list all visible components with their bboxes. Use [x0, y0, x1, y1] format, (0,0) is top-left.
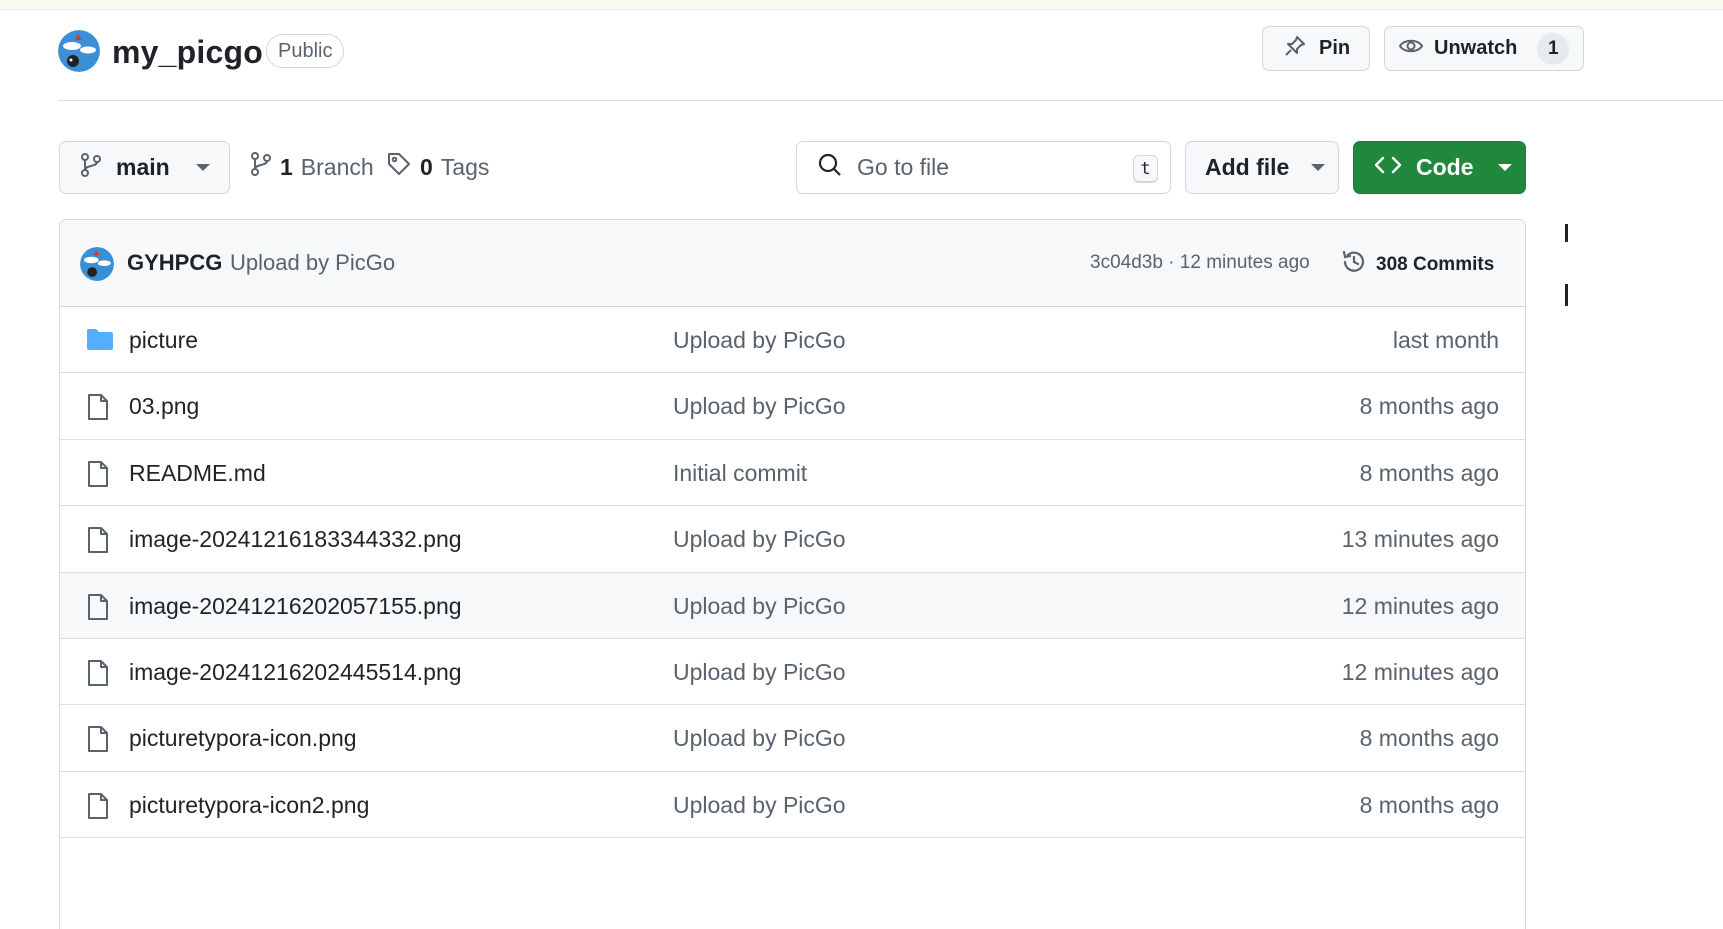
history-icon — [1340, 248, 1368, 282]
git-branch-icon — [80, 152, 102, 184]
tag-word: Tags — [440, 153, 490, 180]
commits-label: 308 Commits — [1376, 254, 1495, 275]
go-to-file-placeholder: Go to file — [857, 154, 950, 180]
unwatch-label: Unwatch — [1434, 37, 1518, 59]
file-commit-message[interactable]: Upload by PicGo — [673, 393, 846, 420]
file-row[interactable]: image-20241216183344332.png Upload by Pic… — [60, 506, 1525, 573]
commit-author[interactable]: GYHPCG — [127, 250, 222, 276]
edge-mark — [1565, 224, 1568, 242]
file-name[interactable]: README.md — [129, 460, 266, 487]
latest-commit-bar: GYHPCG Upload by PicGo 3c04d3b · 12 minu… — [60, 220, 1525, 307]
branch-word: Branch — [300, 153, 374, 180]
file-icon — [86, 526, 112, 554]
file-row[interactable]: picturetypora-icon.png Upload by PicGo 8 m… — [60, 705, 1525, 772]
visibility-badge: Public — [266, 34, 345, 68]
file-icon — [86, 460, 112, 487]
file-row[interactable]: picture Upload by PicGo last month — [60, 307, 1525, 374]
repo-header: my_picgo Public Pin Unwatch 1 — [0, 10, 1723, 102]
go-to-file-input[interactable]: Go to file t — [796, 141, 1171, 194]
pin-label: Pin — [1319, 37, 1351, 59]
commit-message[interactable]: Upload by PicGo — [230, 250, 395, 276]
file-row[interactable]: picturetypora-icon2.png Upload by PicGo 8 … — [60, 771, 1525, 839]
watch-count: 1 — [1537, 32, 1570, 65]
file-row[interactable]: 03.png Upload by PicGo 8 months ago — [60, 373, 1525, 440]
folder-icon — [86, 327, 113, 353]
file-row[interactable]: image-20241216202057155.png Upload by Pic… — [60, 572, 1525, 639]
add-file-button[interactable]: Add file — [1185, 141, 1339, 194]
add-file-label: Add file — [1205, 154, 1290, 180]
unwatch-button[interactable]: Unwatch 1 — [1384, 26, 1584, 71]
commits-history-link[interactable]: 308 Commits — [1340, 248, 1494, 282]
file-commit-age: 12 minutes ago — [1341, 658, 1499, 685]
file-commit-age: 8 months ago — [1359, 725, 1499, 752]
file-commit-age: 8 months ago — [1359, 459, 1499, 486]
eye-icon — [1398, 34, 1424, 64]
chevron-down-icon — [195, 164, 210, 171]
branches-link[interactable]: 1 Branch — [250, 151, 374, 183]
file-commit-message[interactable]: Upload by PicGo — [673, 792, 846, 819]
shortcut-key: t — [1133, 155, 1158, 183]
file-table: GYHPCG Upload by PicGo 3c04d3b · 12 minu… — [59, 219, 1526, 929]
file-icon — [86, 725, 112, 753]
file-icon — [86, 593, 112, 620]
commit-author-avatar[interactable] — [80, 247, 114, 281]
file-name[interactable]: image-20241216202057155.png — [129, 593, 462, 620]
file-name[interactable]: picturetypora-icon.png — [129, 725, 357, 752]
pin-icon — [1283, 34, 1307, 64]
file-commit-age: 8 months ago — [1359, 791, 1499, 818]
search-icon — [817, 152, 843, 183]
chevron-down-icon — [1497, 164, 1512, 171]
file-icon — [86, 393, 112, 421]
edge-mark — [1565, 284, 1568, 306]
chevron-down-icon — [1311, 164, 1326, 171]
file-commit-message[interactable]: Upload by PicGo — [673, 659, 846, 686]
file-commit-message[interactable]: Upload by PicGo — [673, 593, 846, 620]
file-name[interactable]: 03.png — [129, 393, 199, 420]
pin-button[interactable]: Pin — [1262, 26, 1370, 71]
file-icon — [86, 792, 112, 819]
code-icon — [1374, 154, 1402, 182]
repo-owner-avatar[interactable] — [58, 30, 100, 72]
file-name[interactable]: image-20241216183344332.png — [129, 526, 462, 553]
git-branch-icon — [250, 151, 272, 183]
header-divider — [58, 100, 1723, 101]
file-commit-age: last month — [1392, 327, 1499, 353]
branch-count: 1 — [280, 153, 293, 180]
file-commit-message[interactable]: Upload by PicGo — [673, 725, 846, 752]
file-commit-age: 13 minutes ago — [1341, 526, 1499, 553]
branch-name: main — [116, 154, 170, 180]
file-commit-message[interactable]: Upload by PicGo — [673, 327, 846, 354]
file-icon — [86, 659, 112, 686]
tag-icon — [386, 151, 412, 183]
repo-name[interactable]: my_picgo — [112, 30, 263, 74]
branch-select-button[interactable]: main — [59, 141, 230, 194]
code-label: Code — [1416, 154, 1474, 180]
file-name[interactable]: picturetypora-icon2.png — [129, 792, 369, 819]
tag-count: 0 — [420, 153, 433, 180]
file-list: picture Upload by PicGo last month 03.png Up… — [60, 307, 1525, 839]
file-row[interactable]: README.md Initial commit 8 months ago — [60, 439, 1525, 507]
file-name[interactable]: picture — [129, 327, 198, 354]
file-row[interactable]: image-20241216202445514.png Upload by Pic… — [60, 638, 1525, 706]
tags-link[interactable]: 0 Tags — [386, 151, 489, 183]
code-button[interactable]: Code — [1353, 141, 1526, 194]
file-name[interactable]: image-20241216202445514.png — [129, 659, 462, 686]
file-commit-age: 8 months ago — [1359, 393, 1499, 420]
file-commit-message[interactable]: Upload by PicGo — [673, 526, 846, 553]
browser-top-strip — [0, 0, 1723, 10]
commit-sha-time[interactable]: 3c04d3b · 12 minutes ago — [1090, 252, 1310, 274]
file-commit-message[interactable]: Initial commit — [673, 460, 807, 487]
file-commit-age: 12 minutes ago — [1341, 592, 1499, 619]
